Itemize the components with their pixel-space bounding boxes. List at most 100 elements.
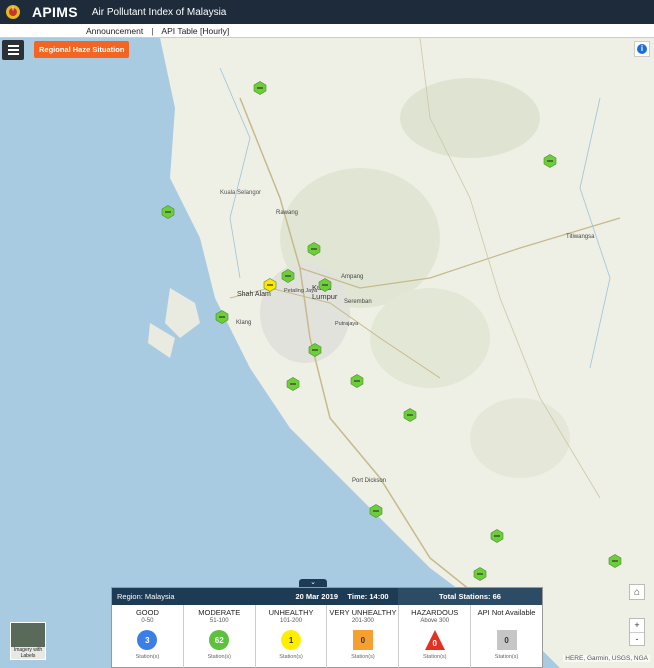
- category-range: 51-100: [209, 618, 229, 624]
- legend-categories: GOOD 0-50 3 Station(s) MODERATE 51-100 62 Stati…: [112, 605, 542, 668]
- place-label: Klang: [236, 320, 252, 326]
- category-count: 0: [432, 638, 437, 648]
- place-label: Petaling Jaya: [284, 288, 318, 294]
- station-marker[interactable]: [161, 205, 175, 219]
- circle-status-icon: 1: [280, 629, 302, 651]
- place-label: Putrajaya: [335, 321, 359, 327]
- hexagon-marker-icon: [350, 374, 364, 388]
- malaysia-crest-icon: [0, 0, 26, 24]
- station-marker[interactable]: [281, 269, 295, 283]
- legend-category[interactable]: API Not Available 0 Station(s): [471, 605, 542, 668]
- hexagon-marker-icon: [253, 81, 267, 95]
- place-label: Port Dickson: [352, 478, 387, 484]
- category-name: HAZARDOUS: [411, 608, 459, 617]
- legend-category[interactable]: UNHEALTHY 101-200 1 Station(s): [256, 605, 328, 668]
- top-header: APIMS Air Pollutant Index of Malaysia: [0, 0, 654, 24]
- api-table-link[interactable]: API Table [Hourly]: [161, 26, 229, 36]
- legend-date: 20 Mar 2019: [295, 592, 338, 601]
- legend-category[interactable]: MODERATE 51-100 62 Station(s): [184, 605, 256, 668]
- category-label: Station(s): [135, 654, 160, 660]
- legend-category[interactable]: HAZARDOUS Above 300 0 Station(s): [399, 605, 472, 668]
- station-marker[interactable]: [286, 377, 300, 391]
- basemap-label: Imagery with Labels: [11, 647, 45, 659]
- category-range: 0-50: [141, 618, 154, 624]
- api-legend-panel: Region: Malaysia 20 Mar 2019 Time: 14:00…: [111, 587, 543, 668]
- category-name: MODERATE: [198, 608, 241, 617]
- zoom-out-button[interactable]: -: [630, 633, 644, 646]
- place-label: Rawang: [276, 210, 299, 216]
- collapse-legend-chevron-icon[interactable]: ⌄: [299, 579, 327, 587]
- category-name: API Not Available: [477, 608, 536, 617]
- station-marker[interactable]: [215, 310, 229, 324]
- home-icon[interactable]: ⌂: [629, 584, 645, 600]
- hexagon-marker-icon: [281, 269, 295, 283]
- station-marker[interactable]: [253, 81, 267, 95]
- info-icon: i: [637, 44, 647, 54]
- triangle-status-icon: 0: [424, 629, 446, 651]
- category-name: VERY UNHEALTHY: [329, 608, 397, 617]
- info-button[interactable]: i: [634, 41, 650, 57]
- legend-category[interactable]: GOOD 0-50 3 Station(s): [112, 605, 184, 668]
- brand-subtitle: Air Pollutant Index of Malaysia: [91, 6, 227, 18]
- legend-total-stations: Total Stations: 66: [398, 588, 542, 605]
- brand-title[interactable]: APIMS: [32, 4, 78, 20]
- category-range: 101-200: [280, 618, 303, 624]
- station-marker[interactable]: [307, 242, 321, 256]
- hexagon-marker-icon: [318, 278, 332, 292]
- category-count: 62: [214, 635, 224, 645]
- station-marker[interactable]: [608, 554, 622, 568]
- category-count: 0: [360, 635, 366, 645]
- hexagon-marker-icon: [608, 554, 622, 568]
- nav-separator: |: [151, 25, 154, 36]
- map-view[interactable]: Kuala Selangor Shah Alam Kuala Lumpur Kl…: [0, 38, 654, 668]
- station-marker[interactable]: [350, 374, 364, 388]
- hamburger-menu-icon[interactable]: [2, 40, 24, 60]
- regional-haze-button[interactable]: Regional Haze Situation: [34, 41, 130, 58]
- category-label: Station(s): [207, 654, 232, 660]
- category-count: 1: [288, 635, 294, 645]
- legend-region: Region: Malaysia: [117, 592, 175, 601]
- announcement-link[interactable]: Announcement: [86, 26, 143, 36]
- category-label: Station(s): [422, 654, 447, 660]
- hexagon-marker-icon: [403, 408, 417, 422]
- station-marker[interactable]: [543, 154, 557, 168]
- legend-header: Region: Malaysia 20 Mar 2019 Time: 14:00…: [112, 588, 542, 605]
- map-terrain: [0, 38, 621, 668]
- hexagon-marker-icon: [308, 343, 322, 357]
- sub-navigation: Announcement | API Table [Hourly]: [0, 24, 654, 38]
- place-label: Shah Alam: [237, 291, 271, 298]
- station-marker[interactable]: [318, 278, 332, 292]
- category-label: Station(s): [494, 654, 519, 660]
- square-status-icon: 0: [496, 629, 518, 651]
- category-range: [506, 618, 508, 624]
- hexagon-marker-icon: [369, 504, 383, 518]
- legend-time: Time: 14:00: [347, 592, 389, 601]
- place-label: Titiwangsa: [566, 234, 595, 240]
- station-marker[interactable]: [369, 504, 383, 518]
- hexagon-marker-icon: [543, 154, 557, 168]
- place-label: Ampang: [341, 274, 364, 280]
- hexagon-marker-icon: [161, 205, 175, 219]
- category-name: UNHEALTHY: [268, 608, 314, 617]
- circle-status-icon: 3: [136, 629, 158, 651]
- basemap-toggle[interactable]: Imagery with Labels: [10, 622, 46, 660]
- hexagon-marker-icon: [473, 567, 487, 581]
- place-label: Kuala Selangor: [220, 190, 262, 196]
- legend-category[interactable]: VERY UNHEALTHY 201-300 0 Station(s): [327, 605, 400, 668]
- station-marker[interactable]: [263, 278, 277, 292]
- category-label: Station(s): [351, 654, 375, 660]
- hexagon-marker-icon: [307, 242, 321, 256]
- place-label: Seremban: [344, 299, 372, 305]
- category-count: 3: [145, 635, 150, 645]
- hexagon-marker-icon: [215, 310, 229, 324]
- station-marker[interactable]: [403, 408, 417, 422]
- station-marker[interactable]: [490, 529, 504, 543]
- category-range: Above 300: [420, 618, 450, 624]
- hexagon-marker-icon: [490, 529, 504, 543]
- zoom-in-button[interactable]: +: [630, 619, 644, 633]
- category-range: 201-300: [351, 618, 374, 624]
- hexagon-marker-icon: [263, 278, 277, 292]
- category-count: 0: [504, 635, 509, 645]
- station-marker[interactable]: [473, 567, 487, 581]
- station-marker[interactable]: [308, 343, 322, 357]
